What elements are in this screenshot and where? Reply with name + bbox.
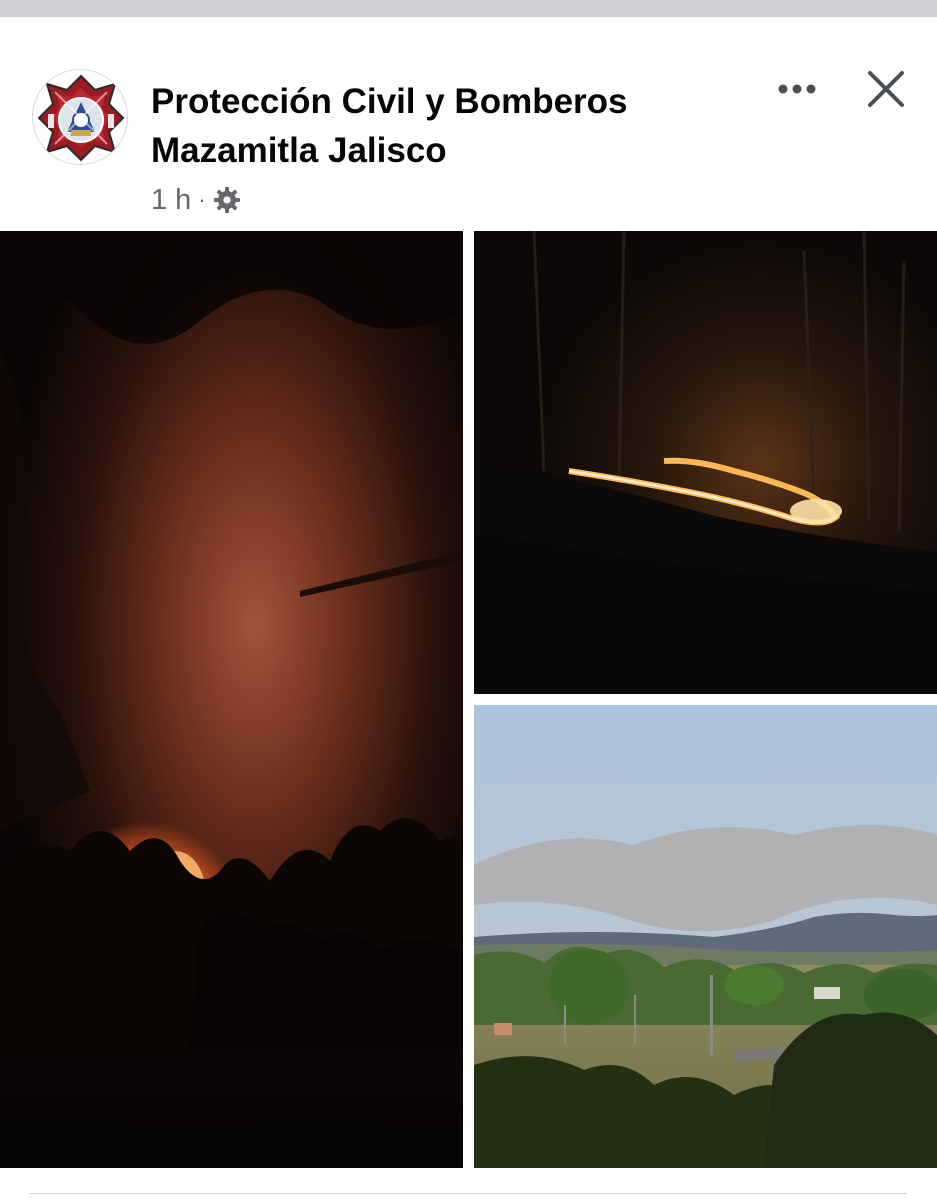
post-time[interactable]: 1 h: [151, 184, 191, 217]
more-horizontal-icon: [778, 84, 816, 94]
post-divider: [30, 1193, 907, 1194]
meta-separator: ·: [198, 187, 206, 212]
close-button[interactable]: [862, 65, 910, 113]
post-header: Protección Civil y Bomberos Mazamitla Ja…: [0, 17, 937, 231]
post-meta: 1 h ·: [151, 183, 241, 217]
more-options-button[interactable]: [770, 67, 824, 111]
close-icon: [868, 71, 904, 107]
photo-fire-line-night[interactable]: [474, 231, 937, 694]
photo-smoke-over-valley[interactable]: [474, 705, 937, 1168]
avatar[interactable]: [32, 69, 128, 165]
fire-department-logo-icon: [37, 74, 125, 162]
page-name[interactable]: Protección Civil y Bomberos Mazamitla Ja…: [151, 77, 731, 175]
status-bar: [0, 0, 937, 17]
gear-icon[interactable]: [213, 186, 241, 214]
photo-forest-fire-night[interactable]: [0, 231, 463, 1168]
